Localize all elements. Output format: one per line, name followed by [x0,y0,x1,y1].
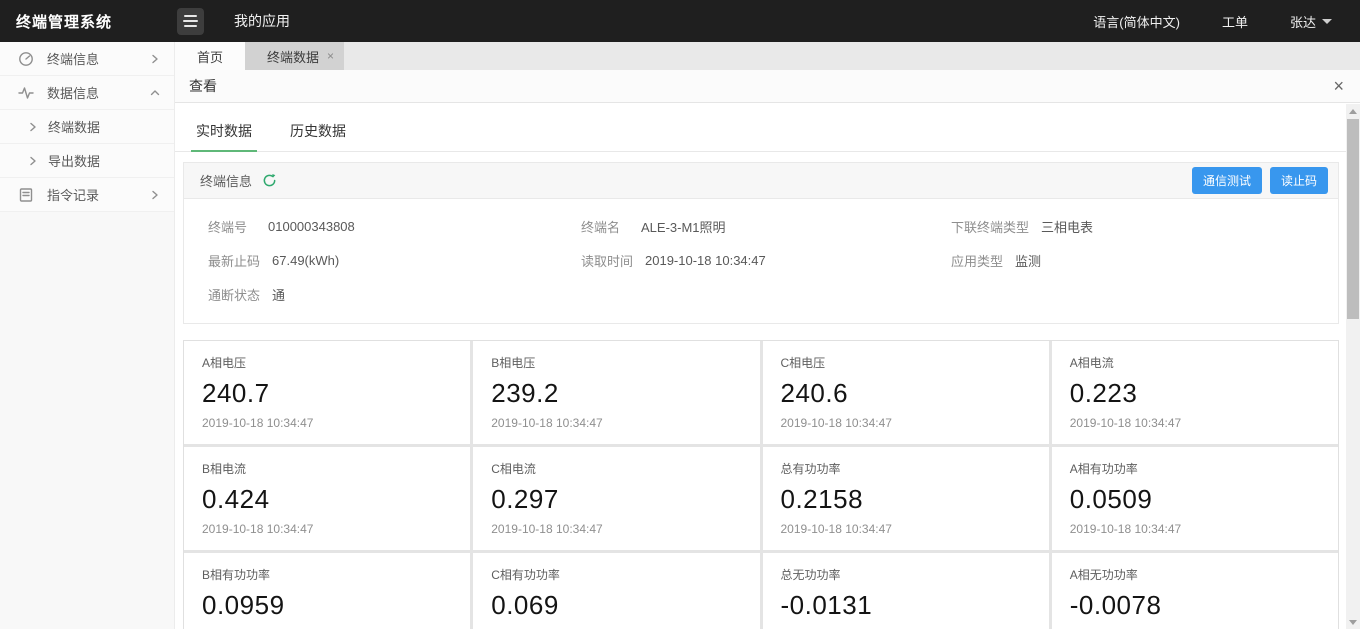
sidebar-item-terminal-info[interactable]: 终端信息 [0,42,174,76]
terminal-info-section: 终端信息 通信测试 读止码 终端号 010000343808 [183,162,1339,324]
data-card: C相有功功率 0.069 2019-10-18 10:34:47 [473,553,759,629]
card-value: 0.297 [491,484,741,515]
sidebar-item-command-log[interactable]: 指令记录 [0,178,174,212]
data-card: C相电压 240.6 2019-10-18 10:34:47 [763,341,1049,444]
scroll-up-arrow-icon[interactable] [1346,104,1360,118]
terminal-info-body: 终端号 010000343808 终端名 ALE-3-M1照明 下联终端类型 三… [184,199,1338,323]
scrollbar-thumb[interactable] [1347,119,1359,319]
chevron-up-icon [150,88,160,98]
card-value: 240.6 [781,378,1031,409]
card-time: 2019-10-18 10:34:47 [491,522,741,536]
topbar-my-apps[interactable]: 我的应用 [234,11,290,31]
tab-realtime-data[interactable]: 实时数据 [191,115,257,151]
card-label: B相电压 [491,354,741,371]
sidebar: 终端信息 数据信息 终端数据 导出数据 指令记录 [0,42,175,629]
card-label: B相有功功率 [202,566,452,583]
data-card: A相电流 0.223 2019-10-18 10:34:47 [1052,341,1338,444]
card-label: A相电压 [202,354,452,371]
document-icon [18,187,34,203]
card-time: 2019-10-18 10:34:47 [1070,522,1320,536]
data-card: B相电流 0.424 2019-10-18 10:34:47 [184,447,470,550]
card-label: A相电流 [1070,354,1320,371]
card-time: 2019-10-18 10:34:47 [781,522,1031,536]
comm-test-button[interactable]: 通信测试 [1192,167,1262,194]
field-terminal-name: 终端名 ALE-3-M1照明 [581,209,951,243]
read-meter-button[interactable]: 读止码 [1270,167,1328,194]
terminal-info-header: 终端信息 通信测试 读止码 [184,163,1338,199]
viewer-header: 查看 × [175,70,1360,103]
scroll-down-arrow-icon[interactable] [1346,615,1360,629]
card-value: 0.0509 [1070,484,1320,515]
chevron-right-icon [150,54,160,64]
tab-home[interactable]: 首页 [175,42,245,70]
card-label: 总有功功率 [781,460,1031,477]
field-app-type: 应用类型 监测 [951,243,1338,277]
section-title: 终端信息 [200,171,252,190]
card-time: 2019-10-18 10:34:47 [202,416,452,430]
card-value: 239.2 [491,378,741,409]
card-value: -0.0078 [1070,590,1320,621]
field-read-time: 读取时间 2019-10-18 10:34:47 [581,243,951,277]
card-label: C相有功功率 [491,566,741,583]
main-area: 首页 终端数据 × 查看 × 实时数据 历史数据 终端信息 [175,42,1360,629]
card-value: 0.2158 [781,484,1031,515]
refresh-icon[interactable] [262,173,277,188]
field-downlink-type: 下联终端类型 三相电表 [951,209,1338,243]
data-card: B相有功功率 0.0959 2019-10-18 10:34:47 [184,553,470,629]
field-terminal-no: 终端号 010000343808 [208,209,581,243]
card-label: A相无功功率 [1070,566,1320,583]
field-on-off-state: 通断状态 通 [208,277,581,311]
chevron-right-icon [150,190,160,200]
tab-close-icon[interactable]: × [327,50,334,62]
card-value: -0.0131 [781,590,1031,621]
data-card: 总有功功率 0.2158 2019-10-18 10:34:47 [763,447,1049,550]
arrow-right-icon [28,156,38,166]
card-time: 2019-10-18 10:34:47 [202,522,452,536]
activity-icon [18,85,34,101]
viewer-title: 查看 [189,76,217,96]
sidebar-subitem-terminal-data[interactable]: 终端数据 [0,110,174,144]
viewer-close-icon[interactable]: × [1331,77,1346,95]
metric-cards-grid: A相电压 240.7 2019-10-18 10:34:47 B相电压 239.… [183,340,1339,629]
topbar-language[interactable]: 语言(简体中文) [1093,12,1180,31]
card-label: C相电流 [491,460,741,477]
topbar-user-menu[interactable]: 张达 [1290,12,1332,31]
data-tabs: 实时数据 历史数据 [175,103,1346,152]
sidebar-item-data-info[interactable]: 数据信息 [0,76,174,110]
vertical-scrollbar[interactable] [1346,104,1360,629]
gauge-icon [18,51,34,67]
menu-toggle-icon[interactable] [177,8,204,35]
field-latest-reading: 最新止码 67.49(kWh) [208,243,581,277]
card-label: C相电压 [781,354,1031,371]
page-tabbar: 首页 终端数据 × [175,42,1360,70]
viewer-panel: 实时数据 历史数据 终端信息 通信测试 读止码 [175,103,1346,629]
caret-down-icon [1322,19,1332,24]
card-value: 0.223 [1070,378,1320,409]
card-time: 2019-10-18 10:34:47 [491,416,741,430]
data-card: A相电压 240.7 2019-10-18 10:34:47 [184,341,470,444]
username: 张达 [1290,12,1316,31]
arrow-right-icon [28,122,38,132]
card-label: 总无功功率 [781,566,1031,583]
data-card: C相电流 0.297 2019-10-18 10:34:47 [473,447,759,550]
topbar: 终端管理系统 我的应用 语言(简体中文) 工单 张达 [0,0,1360,42]
card-value: 0.0959 [202,590,452,621]
card-value: 0.069 [491,590,741,621]
card-time: 2019-10-18 10:34:47 [1070,416,1320,430]
topbar-work-order[interactable]: 工单 [1222,12,1248,31]
card-value: 0.424 [202,484,452,515]
card-label: B相电流 [202,460,452,477]
data-card: B相电压 239.2 2019-10-18 10:34:47 [473,341,759,444]
tab-history-data[interactable]: 历史数据 [285,115,351,151]
card-label: A相有功功率 [1070,460,1320,477]
app-title: 终端管理系统 [0,11,175,32]
sidebar-subitem-export-data[interactable]: 导出数据 [0,144,174,178]
data-card: 总无功功率 -0.0131 2019-10-18 10:34:47 [763,553,1049,629]
tab-terminal-data[interactable]: 终端数据 × [245,42,344,70]
card-time: 2019-10-18 10:34:47 [781,416,1031,430]
card-value: 240.7 [202,378,452,409]
data-card: A相有功功率 0.0509 2019-10-18 10:34:47 [1052,447,1338,550]
data-card: A相无功功率 -0.0078 2019-10-18 10:34:47 [1052,553,1338,629]
